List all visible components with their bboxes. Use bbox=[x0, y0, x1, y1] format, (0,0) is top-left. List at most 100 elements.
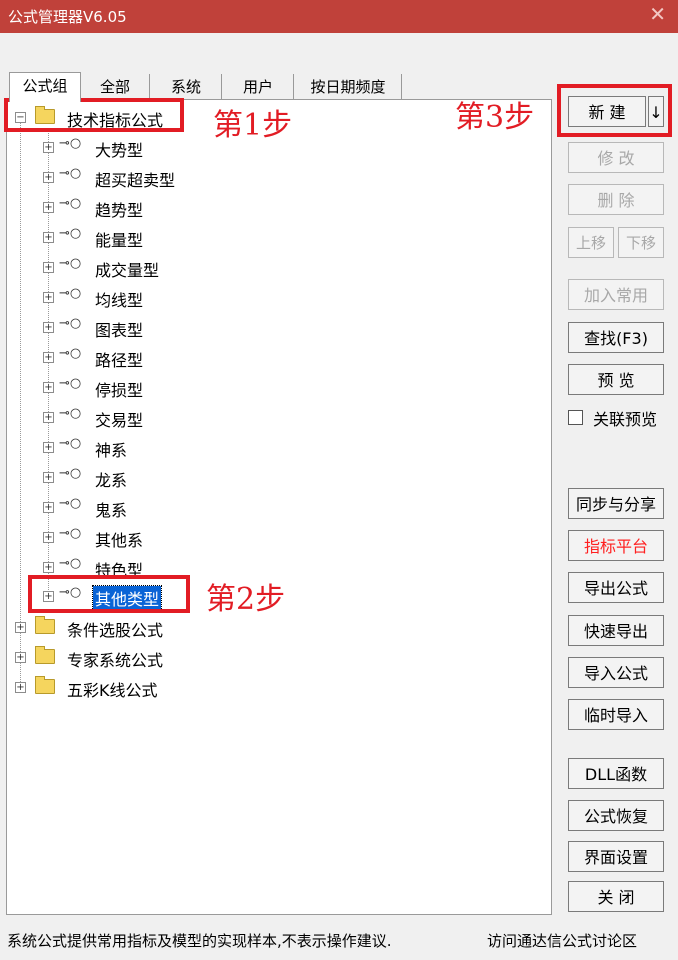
tree-node-child[interactable]: + ⊸○ 龙系 bbox=[7, 466, 547, 492]
tree-node-label: 停损型 bbox=[95, 381, 144, 400]
expand-icon[interactable]: + bbox=[43, 562, 54, 573]
close-button[interactable]: 关 闭 bbox=[568, 881, 664, 912]
expand-icon[interactable]: + bbox=[43, 502, 54, 513]
delete-button[interactable]: 删 除 bbox=[568, 184, 664, 215]
tree-node-label: 神系 bbox=[95, 441, 128, 460]
new-dropdown-arrow-icon[interactable]: ↓ bbox=[648, 96, 664, 127]
move-down-button[interactable]: 下移 bbox=[618, 227, 664, 258]
tree-node-label: 鬼系 bbox=[95, 501, 128, 520]
tree-node-child[interactable]: + ⊸○ 均线型 bbox=[7, 286, 547, 312]
formula-key-icon: ⊸○ bbox=[59, 136, 82, 151]
step2-label: 第2步 bbox=[206, 582, 286, 617]
formula-key-icon: ⊸○ bbox=[59, 256, 82, 271]
import-formula-button[interactable]: 导入公式 bbox=[568, 657, 664, 688]
modify-button[interactable]: 修 改 bbox=[568, 142, 664, 173]
tree-node-child[interactable]: + ⊸○ 图表型 bbox=[7, 316, 547, 342]
tree-node-stock-selection[interactable]: + 条件选股公式 bbox=[7, 616, 547, 642]
formula-key-icon: ⊸○ bbox=[59, 556, 82, 571]
expand-icon[interactable]: + bbox=[43, 352, 54, 363]
tree-node-label: 图表型 bbox=[95, 321, 144, 340]
find-button[interactable]: 查找(F3) bbox=[568, 322, 664, 353]
tree-node-label: 五彩K线公式 bbox=[67, 681, 158, 700]
expand-icon[interactable]: + bbox=[43, 532, 54, 543]
expand-icon[interactable]: + bbox=[43, 412, 54, 423]
formula-key-icon: ⊸○ bbox=[59, 166, 82, 181]
tree-node-child[interactable]: + ⊸○ 成交量型 bbox=[7, 256, 547, 282]
linked-preview-checkbox[interactable] bbox=[568, 410, 583, 425]
expand-icon[interactable]: + bbox=[43, 262, 54, 273]
expand-icon[interactable]: + bbox=[43, 382, 54, 393]
tree-node-label: 趋势型 bbox=[95, 201, 144, 220]
tab-formula-group[interactable]: 公式组 bbox=[9, 72, 81, 102]
ui-settings-button[interactable]: 界面设置 bbox=[568, 841, 664, 872]
tree-node-label: 能量型 bbox=[95, 231, 144, 250]
formula-key-icon: ⊸○ bbox=[59, 316, 82, 331]
linked-preview-label: 关联预览 bbox=[593, 410, 658, 429]
expand-icon[interactable]: + bbox=[15, 682, 26, 693]
expand-icon[interactable]: + bbox=[43, 232, 54, 243]
forum-link[interactable]: 访问通达信公式讨论区 bbox=[487, 930, 637, 951]
formula-key-icon: ⊸○ bbox=[59, 496, 82, 511]
add-to-common-button[interactable]: 加入常用 bbox=[568, 279, 664, 310]
formula-key-icon: ⊸○ bbox=[59, 226, 82, 241]
folder-icon bbox=[35, 646, 55, 664]
tree-node-expert-system[interactable]: + 专家系统公式 bbox=[7, 646, 547, 672]
restore-formula-button[interactable]: 公式恢复 bbox=[568, 800, 664, 831]
expand-icon[interactable]: + bbox=[43, 202, 54, 213]
tree-node-child[interactable]: + ⊸○ 路径型 bbox=[7, 346, 547, 372]
tree-node-child[interactable]: + ⊸○ 超买超卖型 bbox=[7, 166, 547, 192]
formula-key-icon: ⊸○ bbox=[59, 376, 82, 391]
tree-node-child[interactable]: + ⊸○ 停损型 bbox=[7, 376, 547, 402]
tree-node-label: 成交量型 bbox=[95, 261, 160, 280]
tree-node-label: 大势型 bbox=[95, 141, 144, 160]
tree-node-label: 交易型 bbox=[95, 411, 144, 430]
dll-function-button[interactable]: DLL函数 bbox=[568, 758, 664, 789]
tree-node-child[interactable]: + ⊸○ 能量型 bbox=[7, 226, 547, 252]
step3-label: 第3步 bbox=[455, 100, 535, 135]
tree-node-child[interactable]: + ⊸○ 神系 bbox=[7, 436, 547, 462]
formula-key-icon: ⊸○ bbox=[59, 196, 82, 211]
tree-node-child[interactable]: + ⊸○ 其他系 bbox=[7, 526, 547, 552]
tree-node-label: 条件选股公式 bbox=[67, 621, 164, 640]
tree-node-child[interactable]: + ⊸○ 鬼系 bbox=[7, 496, 547, 522]
tab-user[interactable]: 用户 bbox=[223, 74, 294, 100]
export-formula-button[interactable]: 导出公式 bbox=[568, 572, 664, 603]
sync-share-button[interactable]: 同步与分享 bbox=[568, 488, 664, 519]
formula-key-icon: ⊸○ bbox=[59, 436, 82, 451]
status-disclaimer: 系统公式提供常用指标及模型的实现样本,不表示操作建议. bbox=[7, 932, 392, 950]
window-title: 公式管理器V6.05 bbox=[8, 8, 127, 26]
indicator-platform-button[interactable]: 指标平台 bbox=[568, 530, 664, 561]
step1-label: 第1步 bbox=[213, 108, 293, 143]
formula-tree[interactable]: − 技术指标公式 + ⊸○ 大势型 + ⊸○ 超买超卖型 + ⊸○ 趋势型 + ⊸○ 能量型 +… bbox=[6, 99, 552, 915]
tree-node-label: 均线型 bbox=[95, 291, 144, 310]
step2-highlight-box bbox=[28, 575, 190, 613]
expand-icon[interactable]: + bbox=[43, 292, 54, 303]
tree-node-label: 其他系 bbox=[95, 531, 144, 550]
new-button[interactable]: 新 建 bbox=[568, 96, 646, 127]
move-up-button[interactable]: 上移 bbox=[568, 227, 614, 258]
expand-icon[interactable]: + bbox=[43, 442, 54, 453]
tab-all[interactable]: 全部 bbox=[81, 74, 150, 100]
expand-icon[interactable]: + bbox=[15, 652, 26, 663]
tree-node-label: 专家系统公式 bbox=[67, 651, 164, 670]
tab-system[interactable]: 系统 bbox=[151, 74, 222, 100]
formula-key-icon: ⊸○ bbox=[59, 406, 82, 421]
quick-export-button[interactable]: 快速导出 bbox=[568, 615, 664, 646]
expand-icon[interactable]: + bbox=[43, 322, 54, 333]
tree-node-label: 龙系 bbox=[95, 471, 128, 490]
tab-by-date-frequency[interactable]: 按日期频度 bbox=[295, 74, 402, 100]
expand-icon[interactable]: + bbox=[43, 472, 54, 483]
temp-import-button[interactable]: 临时导入 bbox=[568, 699, 664, 730]
expand-icon[interactable]: + bbox=[15, 622, 26, 633]
tree-node-colored-kline[interactable]: + 五彩K线公式 bbox=[7, 676, 547, 702]
close-icon[interactable]: ✕ bbox=[649, 2, 666, 26]
expand-icon[interactable]: + bbox=[43, 172, 54, 183]
preview-button[interactable]: 预 览 bbox=[568, 364, 664, 395]
tree-node-child[interactable]: + ⊸○ 交易型 bbox=[7, 406, 547, 432]
expand-icon[interactable]: + bbox=[43, 142, 54, 153]
formula-key-icon: ⊸○ bbox=[59, 526, 82, 541]
tree-node-label: 路径型 bbox=[95, 351, 144, 370]
formula-key-icon: ⊸○ bbox=[59, 286, 82, 301]
tree-node-child[interactable]: + ⊸○ 趋势型 bbox=[7, 196, 547, 222]
formula-key-icon: ⊸○ bbox=[59, 466, 82, 481]
